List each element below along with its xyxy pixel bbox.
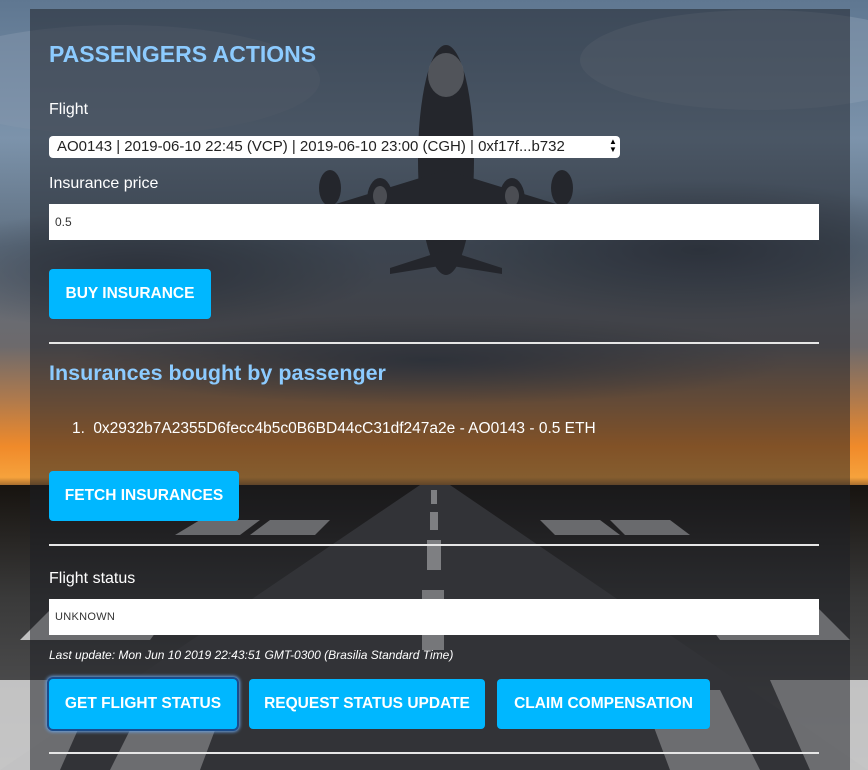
flight-label: Flight (49, 101, 89, 118)
list-item: 1. 0x2932b7A2355D6fecc4b5c0B6BD44cC31df2… (72, 420, 596, 438)
claim-compensation-button[interactable]: CLAIM COMPENSATION (497, 679, 710, 729)
divider (49, 544, 819, 546)
insurance-price-input[interactable]: 0.5 (49, 204, 819, 240)
divider (49, 342, 819, 344)
divider (49, 752, 819, 754)
flight-select[interactable]: AO0143 | 2019-06-10 22:45 (VCP) | 2019-0… (49, 136, 620, 158)
last-update-text: Last update: Mon Jun 10 2019 22:43:51 GM… (49, 648, 454, 662)
list-item-index: 1. (72, 420, 85, 437)
buy-insurance-button[interactable]: BUY INSURANCE (49, 269, 211, 319)
insurances-list: 1. 0x2932b7A2355D6fecc4b5c0B6BD44cC31df2… (72, 420, 596, 438)
flight-status-input[interactable]: UNKNOWN (49, 599, 819, 635)
insurances-title: Insurances bought by passenger (49, 361, 386, 385)
insurance-price-label: Insurance price (49, 175, 159, 192)
list-item-text: 0x2932b7A2355D6fecc4b5c0B6BD44cC31df247a… (93, 420, 596, 437)
fetch-insurances-button[interactable]: FETCH INSURANCES (49, 471, 239, 521)
flight-select-value: AO0143 | 2019-06-10 22:45 (VCP) | 2019-0… (57, 138, 565, 155)
up-down-arrows-icon: ▲ ▼ (609, 137, 617, 154)
flight-status-label: Flight status (49, 570, 136, 587)
request-status-update-button[interactable]: REQUEST STATUS UPDATE (249, 679, 485, 729)
get-flight-status-button[interactable]: GET FLIGHT STATUS (49, 679, 237, 729)
section-title: PASSENGERS ACTIONS (49, 41, 317, 67)
